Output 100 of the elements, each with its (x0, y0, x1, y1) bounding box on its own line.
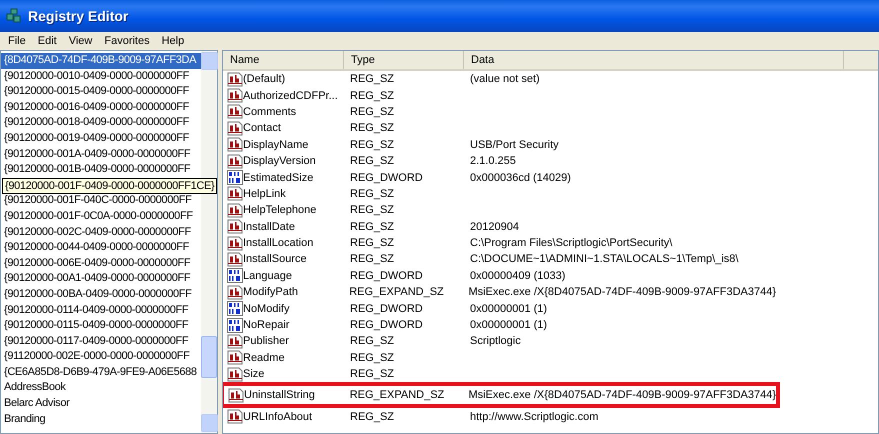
tree-item[interactable]: {90120000-0018-0409-0000-0000000FF (1, 115, 201, 131)
value-row[interactable]: DisplayName REG_SZ USB/Port Security (223, 136, 776, 153)
column-header[interactable]: Data (464, 51, 844, 69)
binary-value-icon (227, 170, 243, 186)
tree-item[interactable]: {90120000-00A1-0409-0000-0000000FF (1, 271, 201, 287)
value-data: MsiExec.exe /X{8D4075AD-74DF-409B-9009-97AFF3DA3744} (468, 389, 776, 402)
value-type: REG_SZ (350, 220, 394, 233)
value-type: REG_SZ (350, 122, 394, 134)
value-name: DisplayVersion (243, 155, 316, 168)
column-header[interactable]: Type (344, 51, 464, 69)
string-value-icon (227, 366, 243, 382)
value-row[interactable]: AuthorizedCDFPr... REG_SZ (223, 87, 776, 104)
tree-item[interactable]: {90120000-006E-0409-0000-0000000FF (1, 256, 201, 272)
menu-item[interactable]: Help (156, 35, 190, 47)
value-row[interactable]: ModifyPath REG_EXPAND_SZ MsiExec.exe /X{8D4075AD-74DF-409B-9009-97AFF3DA3744} (223, 284, 776, 300)
value-row[interactable]: (Default) REG_SZ (value not set) (223, 71, 776, 88)
value-name: AuthorizedCDFPr... (243, 90, 338, 102)
value-row[interactable]: InstallSource REG_SZ C:\DOCUME~1\ADMINI~1.STA\LOCALS~1\Temp\_is8\ (223, 251, 776, 268)
string-value-icon (227, 236, 243, 251)
value-row[interactable]: Publisher REG_SZ Scriptlogic (223, 333, 776, 350)
string-value-icon (227, 252, 243, 267)
string-value-icon (227, 137, 243, 152)
value-name: DisplayName (243, 138, 308, 151)
value-type: REG_SZ (350, 188, 394, 200)
menu-item[interactable]: View (62, 35, 98, 47)
tree-item[interactable]: {8D4075AD-74DF-409B-9009-97AFF3DA (1, 53, 201, 69)
tree-item[interactable]: {90120000-0019-0409-0000-0000000FF (1, 130, 201, 147)
value-type: REG_SZ (350, 410, 394, 423)
value-row[interactable]: EstimatedSize REG_DWORD 0x000036cd (14029) (223, 169, 776, 186)
value-type: REG_DWORD (350, 302, 423, 315)
tree-item[interactable]: Branding (1, 412, 201, 428)
tree-item[interactable]: {90120000-0044-0409-0000-0000000FF (1, 240, 201, 256)
string-value-icon (227, 88, 243, 104)
value-data: Scriptlogic (470, 335, 521, 348)
tree-item[interactable]: Belarc Advisor (1, 396, 201, 412)
value-row[interactable]: UninstallString REG_EXPAND_SZ MsiExec.exe /X{8D4075AD-74DF-409B-9009-97AFF3DA3744} (223, 382, 780, 408)
value-name: Publisher (243, 335, 289, 348)
value-row[interactable]: Readme REG_SZ (223, 350, 776, 366)
tree-item[interactable]: {90120000-001A-0409-0000-0000000FF (1, 146, 201, 162)
tree-item[interactable]: {90120000-00BA-0409-0000-0000000FF (1, 286, 201, 302)
value-row[interactable]: HelpTelephone REG_SZ (223, 202, 776, 219)
value-type: REG_SZ (350, 237, 394, 250)
tree-item[interactable]: {90120000-0010-0409-0000-0000000FF (1, 68, 201, 84)
value-row[interactable]: Comments REG_SZ (223, 104, 776, 120)
value-data: USB/Port Security (470, 138, 559, 151)
string-value-icon (227, 186, 243, 202)
window-title: Registry Editor (28, 8, 128, 24)
menu-item[interactable]: Favorites (98, 35, 156, 47)
value-data: 0x00000001 (1) (470, 302, 548, 315)
value-type: REG_EXPAND_SZ (350, 389, 444, 402)
value-type: REG_DWORD (350, 319, 423, 332)
tree-item[interactable]: {90120000-0016-0409-0000-0000000FF (1, 100, 201, 116)
string-value-icon (227, 350, 243, 366)
value-name: Size (243, 368, 264, 380)
tree-item[interactable]: {90120000-002C-0409-0000-0000000FF (1, 224, 201, 240)
tree-item[interactable]: {90120000-0115-0409-0000-0000000FF (1, 318, 201, 334)
tooltip: {90120000-001F-0409-0000-0000000FF1CE} (2, 178, 218, 194)
value-name: InstallDate (243, 220, 295, 233)
value-type: REG_DWORD (350, 270, 423, 282)
value-name: Contact (243, 122, 281, 134)
value-name: InstallLocation (243, 237, 314, 250)
value-row[interactable]: Contact REG_SZ (223, 120, 776, 137)
tree-item[interactable]: {90120000-001F-040C-0000-0000000FF (1, 193, 201, 209)
tree-item[interactable]: {90120000-0015-0409-0000-0000000FF (1, 84, 201, 100)
value-name: UninstallString (244, 389, 315, 402)
value-data: MsiExec.exe /X{8D4075AD-74DF-409B-9009-97AFF3DA3744} (468, 286, 776, 298)
value-type: REG_SZ (350, 90, 394, 102)
value-row[interactable]: DisplayVersion REG_SZ 2.1.0.255 (223, 152, 776, 170)
value-row[interactable]: InstallLocation REG_SZ C:\Program Files\Scriptlogic\PortSecurity\ (223, 234, 776, 252)
menu-item[interactable]: File (2, 35, 32, 47)
value-name: Language (243, 270, 292, 282)
string-value-icon (227, 334, 243, 349)
value-data: 0x00000001 (1) (470, 319, 548, 332)
tree-item[interactable]: {90120000-0117-0409-0000-0000000FF (1, 334, 201, 350)
binary-value-icon (227, 301, 243, 316)
tree-item[interactable]: {90120000-0114-0409-0000-0000000FF (1, 302, 201, 318)
tree-item[interactable]: AddressBook (1, 380, 201, 396)
value-row[interactable]: Size REG_SZ (223, 366, 776, 382)
value-data: http://www.Scriptlogic.com (470, 410, 598, 423)
column-header[interactable]: Name (223, 51, 344, 69)
value-row[interactable]: NoRepair REG_DWORD 0x00000001 (1) (223, 316, 776, 334)
string-value-icon (227, 154, 243, 169)
tree-item[interactable]: {90120000-001F-0C0A-0000-0000000FF (1, 208, 201, 225)
value-name: NoModify (243, 302, 290, 315)
value-name: (Default) (243, 73, 286, 86)
tree-item[interactable]: {90120000-001B-0409-0000-0000000FF (1, 162, 201, 178)
value-type: REG_EXPAND_SZ (349, 286, 444, 298)
value-row[interactable]: NoModify REG_DWORD 0x00000001 (1) (223, 300, 776, 317)
string-value-icon (227, 72, 243, 87)
tree-item[interactable]: {91120000-002E-0000-0000-0000000FF (1, 349, 201, 365)
value-name: Readme (243, 352, 285, 364)
value-type: REG_DWORD (350, 172, 423, 184)
value-row[interactable]: URLInfoAbout REG_SZ http://www.Scriptlogic.com (223, 408, 776, 425)
value-data: 20120904 (470, 220, 519, 233)
tree-item[interactable]: {CE6A85D8-D6B9-479A-9FE9-A06E5688 (1, 364, 201, 380)
value-row[interactable]: InstallDate REG_SZ 20120904 (223, 218, 776, 235)
value-row[interactable]: Language REG_DWORD 0x00000409 (1033) (223, 268, 776, 284)
menu-item[interactable]: Edit (32, 35, 63, 47)
string-value-icon (227, 120, 243, 136)
value-row[interactable]: HelpLink REG_SZ (223, 186, 776, 202)
